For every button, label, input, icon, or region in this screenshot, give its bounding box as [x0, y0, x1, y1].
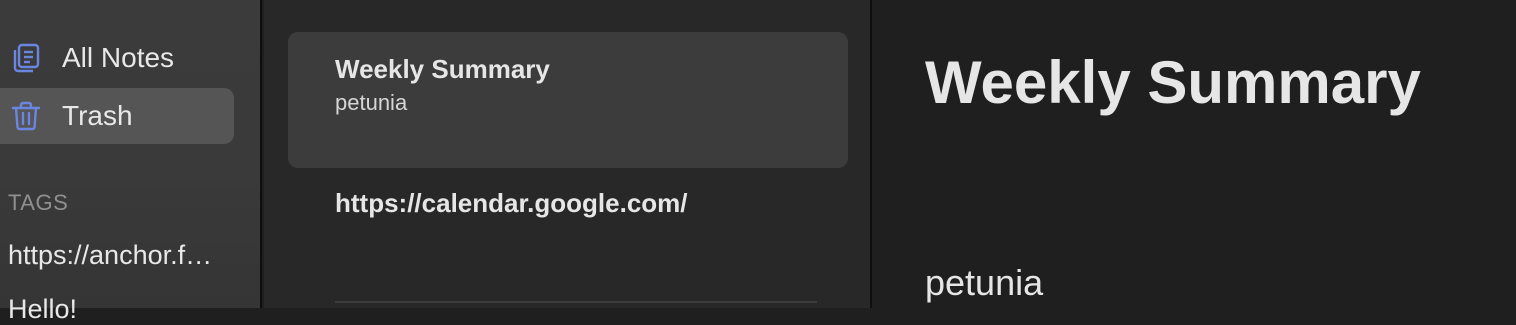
note-title: Weekly Summary	[335, 54, 550, 84]
note-snippet: petunia	[335, 90, 408, 115]
divider	[335, 301, 817, 303]
trash-icon	[10, 100, 42, 132]
note-heading[interactable]: Weekly Summary	[925, 48, 1421, 117]
sidebar-item-all-notes[interactable]: All Notes	[0, 30, 234, 86]
sidebar-item-trash[interactable]: Trash	[0, 88, 234, 144]
tag-item[interactable]: https://anchor.f…	[8, 240, 233, 271]
note-body-text[interactable]: petunia	[925, 262, 1043, 304]
sidebar: All Notes Trash TAGS https://anchor.f… H…	[0, 0, 262, 324]
sidebar-item-label: All Notes	[62, 42, 175, 73]
notes-stack-icon	[10, 42, 42, 74]
sidebar-item-label: Trash	[62, 100, 133, 131]
tag-item[interactable]: Hello!	[8, 294, 233, 325]
note-list-item-selected[interactable]: Weekly Summary petunia	[288, 32, 848, 168]
note-list-item[interactable]: https://calendar.google.com/	[335, 188, 688, 219]
tags-section-header: TAGS	[8, 190, 69, 215]
editor-pane[interactable]: Weekly Summary petunia	[874, 0, 1516, 308]
note-list: Weekly Summary petunia https://calendar.…	[264, 0, 872, 308]
